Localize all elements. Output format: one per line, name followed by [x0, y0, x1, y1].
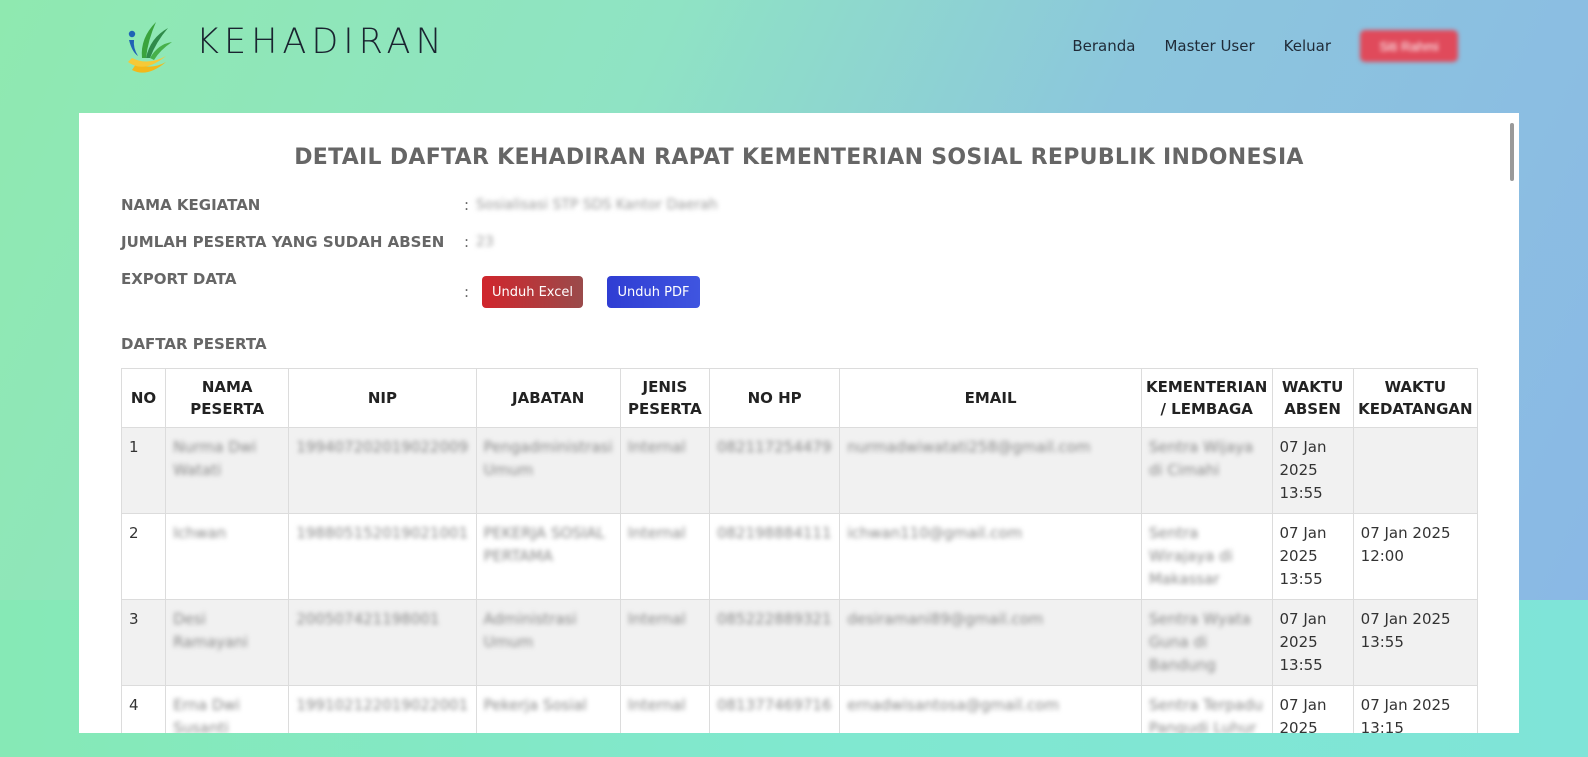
nav-keluar[interactable]: Keluar	[1284, 37, 1331, 55]
nama-kegiatan-label: NAMA KEGIATAN	[121, 196, 261, 214]
cell-waktu-kedatangan: 07 Jan 2025 13:15	[1352, 685, 1479, 733]
field-colon: :	[464, 283, 470, 301]
cell-jenis: Internal	[619, 685, 710, 733]
cell-lembaga: Sentra Wijaya di Cimahi	[1140, 427, 1273, 514]
column-header: EMAIL	[839, 368, 1142, 428]
field-colon: :	[464, 196, 470, 214]
column-header: NAMA PESERTA	[165, 368, 290, 428]
cell-nip: 199407202019022009	[288, 427, 477, 514]
cell-waktu-kedatangan	[1352, 427, 1479, 514]
download-excel-button[interactable]: Unduh Excel	[482, 276, 583, 308]
cell-lembaga: Sentra Wyata Guna di Bandung	[1140, 599, 1273, 686]
cell-hp: 085222889321	[708, 599, 841, 686]
cell-nip: 198805152019021001	[288, 513, 477, 600]
cell-nama: Ichwan	[165, 513, 290, 600]
cell-jenis: Internal	[619, 427, 710, 514]
column-header: JABATAN	[475, 368, 621, 428]
main-nav: Beranda Master User Keluar Siti Rahmi	[1043, 30, 1458, 62]
nav-master-user[interactable]: Master User	[1164, 37, 1254, 55]
column-header: NO	[120, 368, 167, 428]
cell-lembaga: Sentra Terpadu Pangudi Luhur	[1140, 685, 1273, 733]
cell-waktu-absen: 07 Jan 2025 13:55	[1271, 599, 1354, 686]
cell-jenis: Internal	[619, 513, 710, 600]
table-row: 3 Desi Ramayani 200507421198001 Administ…	[120, 599, 1479, 686]
cell-waktu-absen: 07 Jan 2025 13:15	[1271, 685, 1354, 733]
cell-jabatan: Pekerja Sosial	[475, 685, 621, 733]
cell-nip: 200507421198001	[288, 599, 477, 686]
cell-email: desiramani89@gmail.com	[839, 599, 1142, 686]
cell-nama: Nurma Dwi Watati	[165, 427, 290, 514]
cell-hp: 081377469716	[708, 685, 841, 733]
kehadiran-logo-icon	[128, 22, 172, 73]
cell-jabatan: Administrasi Umum	[475, 599, 621, 686]
nama-kegiatan-value: Sosialisasi STP SDS Kantor Daerah	[476, 197, 718, 213]
page-title: DETAIL DAFTAR KEHADIRAN RAPAT KEMENTERIA…	[294, 145, 1304, 170]
column-header: KEMENTERIAN / LEMBAGA	[1140, 368, 1273, 428]
jumlah-peserta-label: JUMLAH PESERTA YANG SUDAH ABSEN	[121, 233, 445, 251]
cell-email: nurmadwiwatati258@gmail.com	[839, 427, 1142, 514]
table-row: 1 Nurma Dwi Watati 199407202019022009 Pe…	[120, 427, 1479, 514]
cell-email: ernadwisantosa@gmail.com	[839, 685, 1142, 733]
navbar: KEHADIRAN Beranda Master User Keluar Sit…	[0, 0, 1588, 100]
table-row: 2 Ichwan 198805152019021001 PEKERJA SOSI…	[120, 513, 1479, 600]
cell-waktu-kedatangan: 07 Jan 2025 12:00	[1352, 513, 1479, 600]
cell-waktu-kedatangan: 07 Jan 2025 13:55	[1352, 599, 1479, 686]
detail-card: DETAIL DAFTAR KEHADIRAN RAPAT KEMENTERIA…	[79, 113, 1519, 733]
cell-no: 1	[120, 427, 167, 514]
cell-no: 2	[120, 513, 167, 600]
field-colon: :	[464, 233, 470, 251]
column-header: NO HP	[708, 368, 841, 428]
cell-waktu-absen: 07 Jan 2025 13:55	[1271, 427, 1354, 514]
column-header: NIP	[288, 368, 477, 428]
cell-nip: 199102122019022001	[288, 685, 477, 733]
download-pdf-button[interactable]: Unduh PDF	[607, 276, 700, 308]
user-profile-button[interactable]: Siti Rahmi	[1360, 30, 1458, 62]
cell-no: 3	[120, 599, 167, 686]
nav-beranda[interactable]: Beranda	[1072, 37, 1135, 55]
cell-nama: Desi Ramayani	[165, 599, 290, 686]
cell-jabatan: PEKERJA SOSIAL PERTAMA	[475, 513, 621, 600]
column-header: WAKTU ABSEN	[1271, 368, 1354, 428]
cell-jenis: Internal	[619, 599, 710, 686]
cell-hp: 082117254479	[708, 427, 841, 514]
cell-lembaga: Sentra Wirajaya di Makassar	[1140, 513, 1273, 600]
jumlah-peserta-value: 23	[476, 234, 494, 250]
cell-jabatan: Pengadministrasi Umum	[475, 427, 621, 514]
table-header-row: NO NAMA PESERTA NIP JABATAN JENIS PESERTA …	[120, 368, 1479, 428]
section-title: DAFTAR PESERTA	[121, 335, 267, 353]
export-data-label: EXPORT DATA	[121, 270, 237, 288]
column-header: JENIS PESERTA	[619, 368, 710, 428]
cell-email: ichwan110@gmail.com	[839, 513, 1142, 600]
participants-table: NO NAMA PESERTA NIP JABATAN JENIS PESERTA …	[120, 368, 1479, 733]
cell-hp: 082198884111	[708, 513, 841, 600]
brand-name: KEHADIRAN	[196, 22, 447, 62]
cell-waktu-absen: 07 Jan 2025 13:55	[1271, 513, 1354, 600]
table-row: 4 Erna Dwi Susanti 199102122019022001 Pe…	[120, 685, 1479, 733]
cell-nama: Erna Dwi Susanti	[165, 685, 290, 733]
cell-no: 4	[120, 685, 167, 733]
column-header: WAKTU KEDATANGAN	[1352, 368, 1479, 428]
